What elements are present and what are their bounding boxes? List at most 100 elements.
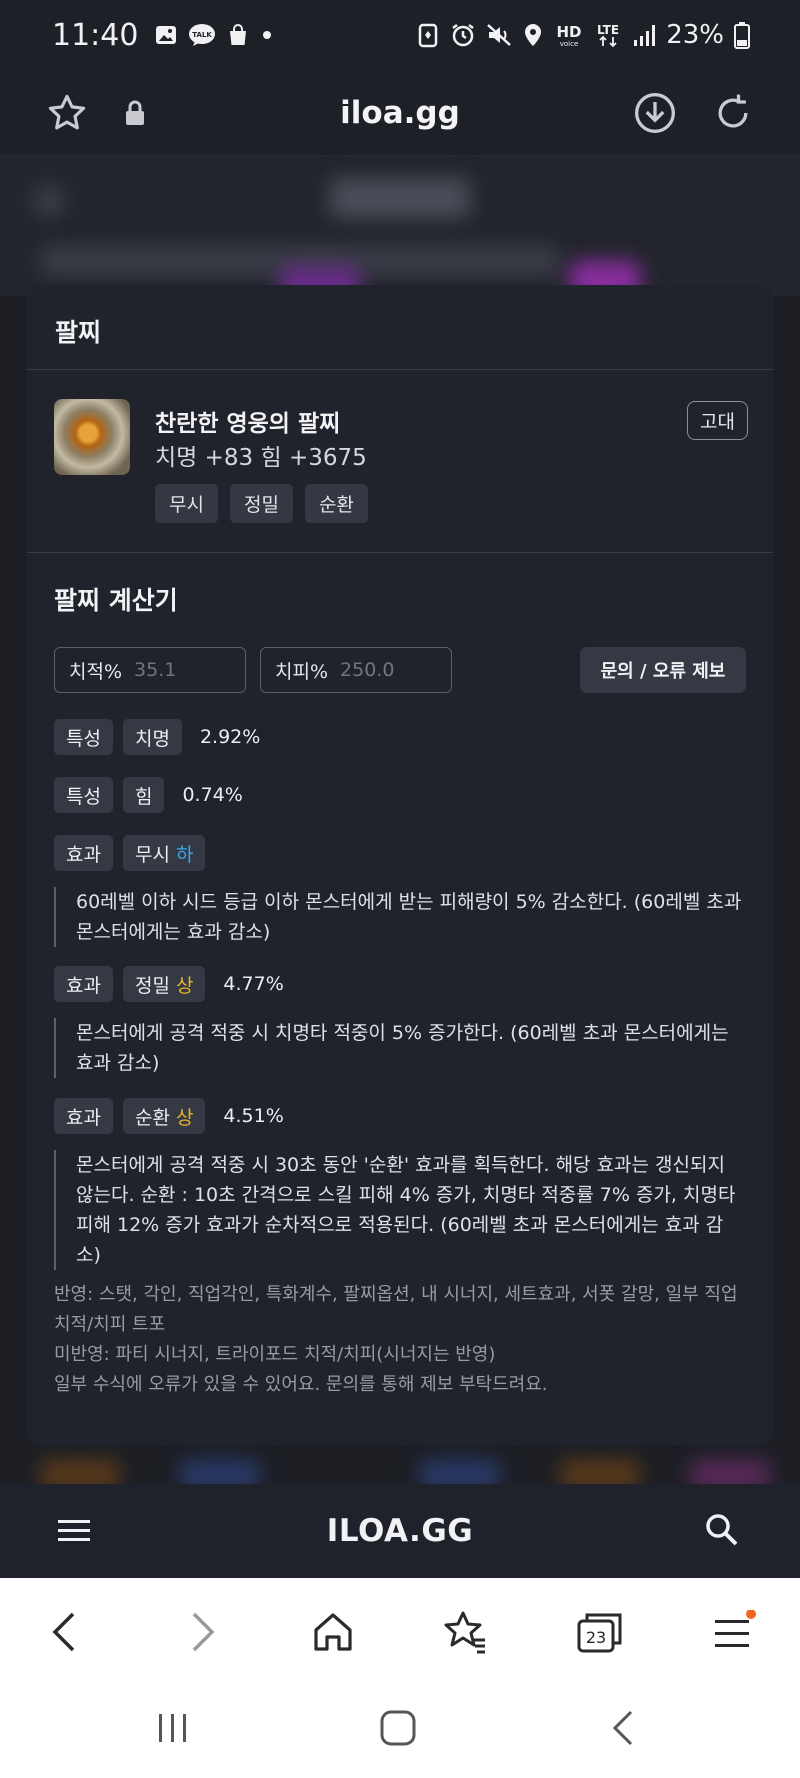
signal-icon (634, 25, 656, 46)
result-effect-chip: 순환 상 (122, 1098, 206, 1134)
battery-percent: 23% (666, 20, 724, 50)
status-left-icons: TALK (154, 23, 274, 47)
result-kind: 특성 (54, 777, 113, 813)
item-row: 찬란한 영웅의 팔찌 치명 +83 힘 +3675 무시 정밀 순환 고대 (27, 370, 773, 553)
result-value: 4.77% (223, 973, 284, 995)
item-stats: 치명 +83 힘 +3675 (155, 445, 367, 471)
result-stat: 치명 (122, 719, 182, 755)
bracelet-card: 팔찌 찬란한 영웅의 팔찌 치명 +83 힘 +3675 무시 정밀 순환 고대… (27, 285, 773, 1445)
result-description: 60레벨 이하 시드 등급 이하 몬스터에게 받는 피해량이 5% 감소한다. … (54, 887, 744, 947)
result-description: 몬스터에게 공격 적중 시 30초 동안 '순환' 효과를 획득한다. 해당 효… (54, 1150, 744, 1270)
crit-dmg-input[interactable] (340, 659, 421, 681)
result-effect-chip: 정밀 상 (122, 966, 206, 1002)
bookmarks-icon[interactable] (436, 1602, 496, 1662)
report-button[interactable]: 문의 / 오류 제보 (580, 647, 746, 693)
result-value: 0.74% (182, 784, 243, 806)
browser-toolbar: 23 (0, 1578, 800, 1684)
item-tag: 무시 (155, 484, 218, 523)
browser-address-bar: iloa.gg (0, 70, 800, 156)
shopping-bag-icon (230, 24, 247, 45)
menu-icon[interactable] (703, 1602, 763, 1662)
site-logo[interactable]: ILOA.GG (0, 1513, 800, 1549)
notification-dot (746, 1610, 756, 1619)
hero-blur-shape (34, 186, 64, 216)
reload-icon[interactable] (708, 88, 758, 138)
crit-dmg-field[interactable]: 치피% (260, 647, 452, 693)
svg-text:HD: HD (557, 23, 582, 41)
page-hero-blurred (0, 156, 800, 296)
grade-badge: 고대 (687, 401, 748, 440)
item-tag: 순환 (304, 484, 368, 523)
svg-text:voice: voice (560, 40, 579, 48)
talk-icon: TALK (189, 24, 216, 46)
result-stat: 정밀 (134, 974, 170, 997)
location-icon (525, 24, 542, 46)
search-icon[interactable] (704, 1512, 740, 1552)
result-value: 2.92% (199, 726, 261, 748)
result-tier: 상 (175, 1106, 194, 1129)
download-icon[interactable] (630, 88, 680, 138)
result-kind: 특성 (54, 719, 113, 755)
crit-rate-field[interactable]: 치적% (54, 647, 246, 693)
result-row: 효과 무시 하 (54, 835, 206, 871)
crit-rate-input[interactable] (134, 659, 215, 681)
home-icon[interactable] (303, 1602, 363, 1662)
battery-icon (734, 22, 750, 49)
home-nav-icon[interactable] (378, 1708, 418, 1752)
section-title: 팔찌 (27, 285, 773, 370)
result-tier: 상 (175, 974, 194, 997)
page-bottom-blurred (0, 1445, 800, 1485)
recent-apps-icon[interactable] (155, 1710, 191, 1750)
strip-blur-shape (560, 1460, 640, 1485)
alarm-icon (452, 24, 474, 47)
result-stat: 무시 (134, 843, 170, 866)
bracelet-thumbnail (54, 399, 130, 475)
result-row: 특성 치명 2.92% (54, 719, 260, 755)
status-time: 11:40 (52, 17, 139, 53)
hero-blur-shape (330, 178, 470, 218)
strip-blur-shape (690, 1460, 770, 1485)
back-nav-icon[interactable] (605, 1708, 641, 1752)
result-kind: 효과 (54, 966, 113, 1002)
battery-saver-icon (418, 23, 438, 48)
result-value: 4.51% (223, 1105, 284, 1127)
result-row: 효과 정밀 상 4.77% (54, 966, 284, 1002)
back-icon[interactable] (35, 1602, 95, 1662)
mute-icon (487, 24, 512, 46)
crit-dmg-label: 치피% (275, 660, 329, 683)
calculator-inputs: 치적% 치피% 문의 / 오류 제보 (54, 647, 746, 693)
site-nav: ILOA.GG (0, 1484, 800, 1578)
url-text[interactable]: iloa.gg (0, 95, 800, 131)
result-stat: 힘 (122, 777, 165, 813)
hd-voice-icon: HDvoice (557, 23, 582, 48)
item-tag: 정밀 (229, 484, 293, 523)
status-right-icons: HD voice LTE 23% (416, 20, 750, 50)
tabs-icon[interactable]: 23 (570, 1602, 630, 1662)
result-kind: 효과 (54, 835, 113, 871)
result-stat: 순환 (134, 1106, 170, 1129)
lte-icon: LTE (597, 23, 619, 48)
item-tags: 무시 정밀 순환 (155, 484, 368, 523)
dot-icon (263, 31, 272, 39)
item-name: 찬란한 영웅의 팔찌 (155, 411, 341, 437)
result-description: 몬스터에게 공격 적중 시 치명타 적중이 5% 증가한다. (60레벨 초과 … (54, 1018, 744, 1078)
note-line: 일부 수식에 오류가 있을 수 있어요. 문의를 통해 제보 부탁드려요. (54, 1374, 548, 1395)
crit-rate-label: 치적% (69, 660, 123, 683)
svg-text:TALK: TALK (193, 31, 213, 39)
result-row: 효과 순환 상 4.51% (54, 1098, 284, 1134)
result-kind: 효과 (54, 1098, 113, 1134)
forward-icon[interactable] (172, 1602, 232, 1662)
status-bar: 11:40 TALK HD voice LTE 23% (0, 0, 800, 70)
android-nav-bar (0, 1684, 800, 1778)
notes: 반영: 스탯, 각인, 직업각인, 특화계수, 팔찌옵션, 내 시너지, 세트효… (54, 1280, 744, 1400)
strip-blur-shape (40, 1460, 120, 1485)
result-row: 특성 힘 0.74% (54, 777, 243, 813)
strip-blur-shape (420, 1460, 500, 1485)
result-effect-chip: 무시 하 (122, 835, 206, 871)
tab-count: 23 (586, 1628, 606, 1647)
note-line: 반영: 스탯, 각인, 직업각인, 특화계수, 팔찌옵션, 내 시너지, 세트효… (54, 1284, 738, 1335)
result-tier: 하 (175, 843, 194, 866)
gallery-icon (156, 26, 177, 44)
strip-blur-shape (180, 1460, 260, 1485)
calculator-title: 팔찌 계산기 (54, 586, 178, 615)
